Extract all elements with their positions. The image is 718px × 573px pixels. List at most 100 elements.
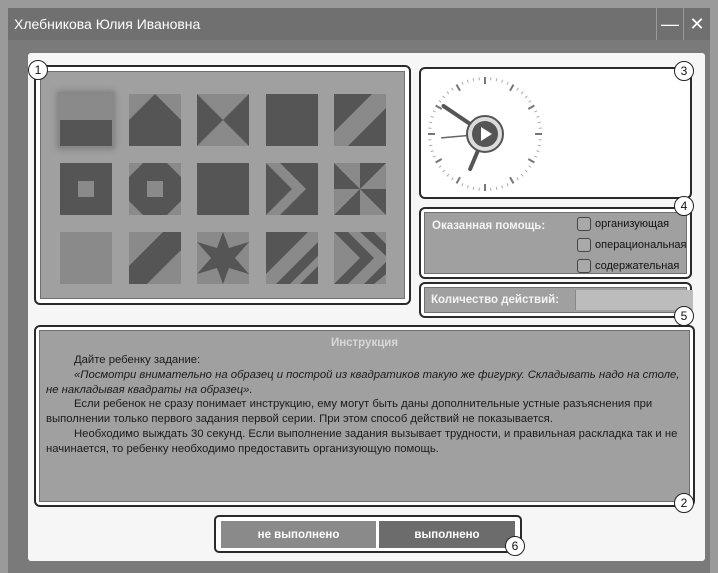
close-button[interactable]: ✕	[683, 8, 710, 40]
actions-count-field[interactable]	[575, 290, 693, 310]
done-button[interactable]: выполнено	[379, 521, 515, 548]
help-option-content[interactable]: содержательная	[577, 258, 679, 274]
clock-tick	[451, 177, 454, 181]
pattern-tile-solid[interactable]	[197, 163, 249, 215]
clock-tick	[495, 186, 498, 190]
pattern-tile-solid[interactable]	[265, 94, 318, 146]
clock-tick	[442, 95, 446, 99]
play-icon[interactable]	[466, 115, 504, 153]
pattern-tile-pinwheel[interactable]	[334, 163, 386, 215]
pattern-tile-zigzag-arrows[interactable]	[334, 232, 386, 284]
minimize-button[interactable]: —	[656, 8, 683, 40]
instruction-text: Дайте ребенку задание: «Посмотри внимате…	[46, 353, 686, 457]
pattern-triangle-up-icon	[128, 94, 181, 146]
clock-tick	[516, 177, 519, 181]
clock-tick	[429, 144, 433, 147]
clock-tick	[438, 165, 442, 168]
clock-tick	[432, 110, 436, 113]
pattern-chevron-icon	[265, 163, 318, 215]
clock-tick	[501, 79, 504, 83]
help-checkbox[interactable]	[577, 217, 591, 231]
pattern-double-diagonal-icon	[265, 232, 318, 284]
pattern-tile-diagonal-stripe[interactable]	[334, 94, 386, 146]
clock-tick	[455, 176, 461, 184]
clock-tick	[466, 79, 469, 83]
callout-1: 1	[28, 60, 48, 80]
clock-tick	[534, 110, 538, 113]
pattern-tile-star[interactable]	[197, 232, 249, 284]
pattern-hourglass-icon	[197, 94, 249, 146]
clock-tick	[524, 95, 528, 99]
clock-tick	[429, 121, 433, 124]
clock-tick	[461, 183, 464, 187]
clock-tick	[528, 100, 532, 103]
help-checkbox[interactable]	[577, 238, 591, 252]
instruction-area: Инструкция Дайте ребенку задание: «Посмо…	[39, 330, 690, 502]
clock-tick	[432, 155, 436, 158]
pattern-zigzag-arrows-icon	[334, 232, 386, 284]
clock-tick	[472, 186, 475, 190]
pattern-half-horizontal-icon	[60, 94, 112, 146]
clock-tick	[516, 87, 519, 91]
clock-tick	[438, 100, 442, 103]
clock-tick	[461, 81, 464, 85]
clock-tick	[495, 78, 498, 82]
pattern-tile-octagon-ring[interactable]	[128, 163, 181, 215]
pattern-tile-diagonal-band[interactable]	[128, 232, 181, 284]
patterns-panel	[34, 65, 411, 305]
not-done-button[interactable]: не выполнено	[221, 521, 376, 548]
clock-tick	[466, 185, 469, 189]
help-checkbox[interactable]	[577, 259, 591, 273]
pattern-tile-triangle-up[interactable]	[128, 94, 181, 146]
callout-3: 3	[674, 61, 694, 81]
clock-tick	[528, 165, 532, 168]
help-panel: Оказанная помощь: организующая операцион…	[419, 207, 692, 279]
clock-tick	[430, 115, 434, 118]
callout-5: 5	[674, 306, 694, 326]
clock-tick	[446, 91, 450, 95]
clock-tick	[506, 81, 509, 85]
help-option-label: содержательная	[595, 260, 680, 272]
pattern-diagonal-band-icon	[128, 232, 181, 284]
instruction-paragraph: Дайте ребенку задание:	[74, 354, 201, 366]
clock-tick	[446, 173, 450, 177]
clock-tick	[509, 176, 515, 184]
help-option-organizing[interactable]: организующая	[577, 216, 669, 232]
clock-tick	[472, 78, 475, 82]
pattern-tile-half-horizontal[interactable]	[60, 94, 112, 146]
help-option-label: организующая	[595, 218, 670, 230]
clock-tick	[536, 115, 540, 118]
actions-panel: Количество действий:	[419, 282, 693, 318]
instruction-title: Инструкция	[330, 337, 399, 349]
instruction-paragraph: Если ребенок не сразу понимает инструкци…	[46, 398, 653, 426]
app-window: Хлебникова Юлия Ивановна — ✕ Оказанная п…	[8, 8, 710, 573]
patterns-grid	[40, 71, 405, 299]
clock-tick	[509, 84, 515, 92]
pattern-pinwheel-icon	[334, 163, 386, 215]
clock-tick	[520, 173, 524, 177]
clock-tick	[451, 87, 454, 91]
clock-tick	[524, 169, 528, 173]
help-area: Оказанная помощь: организующая операцион…	[424, 212, 687, 274]
clock-tick	[536, 150, 540, 153]
pattern-tile-solid-light[interactable]	[60, 232, 112, 284]
clock-tick	[430, 150, 434, 153]
clock-tick	[455, 84, 461, 92]
clock-tick	[435, 104, 443, 110]
clock-tick	[501, 185, 504, 189]
pattern-tile-double-diagonal[interactable]	[265, 232, 318, 284]
instruction-paragraph: «Посмотри внимательно на образец и постр…	[46, 368, 680, 396]
window-title: Хлебникова Юлия Ивановна	[14, 16, 201, 32]
actions-area: Количество действий:	[424, 287, 693, 313]
pattern-octagon-ring-icon	[128, 163, 181, 215]
timer-panel	[419, 67, 692, 199]
help-option-operational[interactable]: операциональная	[577, 237, 686, 253]
pattern-tile-chevron[interactable]	[265, 163, 318, 215]
pattern-tile-hourglass[interactable]	[197, 94, 249, 146]
pattern-tile-small-square[interactable]	[60, 163, 112, 215]
callout-2: 2	[674, 493, 694, 513]
pattern-small-square-icon	[60, 163, 112, 215]
clock-tick	[527, 104, 535, 110]
instruction-panel: Инструкция Дайте ребенку задание: «Посмо…	[34, 325, 695, 507]
instruction-paragraph: Необходимо выждать 30 секунд. Если выпол…	[46, 427, 678, 455]
